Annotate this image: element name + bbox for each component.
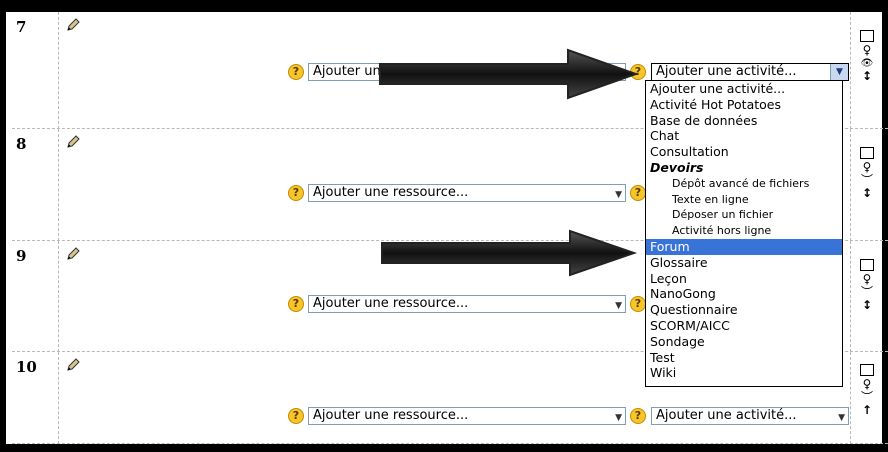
help-icon[interactable]: ? (288, 408, 304, 424)
add-activity-select-open[interactable]: Ajouter une activité... ▼ (651, 63, 849, 81)
edit-summary-icon[interactable] (66, 135, 80, 149)
annotation-arrow-icon (381, 229, 638, 277)
dropdown-option[interactable]: Glossaire (646, 255, 842, 271)
section-controls: ♀ ︶ ↑ (860, 364, 874, 417)
move-up-down-icon[interactable]: ↕ (860, 299, 874, 312)
dropdown-option[interactable]: Leçon (646, 271, 842, 287)
edit-summary-icon[interactable] (66, 18, 80, 32)
show-only-this-section-icon[interactable] (860, 30, 874, 42)
section-number: 7 (16, 18, 27, 36)
lightbulb-icon[interactable]: ♀ (860, 44, 874, 57)
annotation-arrow-icon (379, 48, 640, 100)
activity-dropdown-list[interactable]: Ajouter une activité... Activité Hot Pota… (645, 80, 843, 387)
help-icon[interactable]: ? (630, 296, 646, 312)
chevron-down-icon: ▼ (615, 190, 622, 200)
dropdown-option[interactable]: Forum (646, 238, 842, 255)
edit-summary-icon[interactable] (66, 358, 80, 372)
chevron-down-icon: ▼ (838, 413, 845, 423)
add-activity-select[interactable]: Ajouter une activité... ▼ (651, 407, 849, 425)
dropdown-option[interactable]: Base de données (646, 113, 842, 129)
show-only-this-section-icon[interactable] (860, 364, 874, 376)
section-controls: ♀ ︶ ↕ (860, 147, 874, 200)
dropdown-option[interactable]: Questionnaire (646, 302, 842, 318)
help-icon[interactable]: ? (630, 408, 646, 424)
help-icon[interactable]: ? (288, 64, 304, 80)
dropdown-option[interactable]: Dépôt avancé de fichiers (646, 176, 842, 192)
dropdown-option[interactable]: Déposer un fichier (646, 207, 842, 223)
help-icon[interactable]: ? (288, 296, 304, 312)
show-only-this-section-icon[interactable] (860, 259, 874, 271)
dropdown-option[interactable]: Ajouter une activité... (646, 81, 842, 97)
dropdown-option[interactable]: Activité Hot Potatoes (646, 97, 842, 113)
dropdown-optgroup: Devoirs (650, 159, 704, 175)
section-number: 8 (16, 135, 27, 153)
add-resource-select[interactable]: Ajouter une ressource... ▼ (308, 184, 626, 202)
dropdown-option[interactable]: SCORM/AICC (646, 318, 842, 334)
section-number: 9 (16, 247, 27, 265)
move-up-down-icon[interactable]: ↕ (860, 70, 874, 83)
move-up-icon[interactable]: ↑ (860, 404, 874, 417)
dropdown-option[interactable]: Consultation (646, 144, 842, 160)
dropdown-option[interactable]: Sondage (646, 334, 842, 350)
add-resource-select[interactable]: Ajouter une ressource... ▼ (308, 407, 626, 425)
dropdown-option[interactable]: Texte en ligne (646, 192, 842, 208)
chevron-down-icon: ▼ (615, 413, 622, 423)
dropdown-option[interactable]: Test (646, 350, 842, 366)
help-icon[interactable]: ? (288, 185, 304, 201)
help-icon[interactable]: ? (630, 185, 646, 201)
dropdown-option[interactable]: Wiki (646, 365, 842, 381)
chevron-down-icon[interactable]: ▼ (830, 64, 848, 80)
section-controls: ♀ 👁 ↕ (860, 30, 874, 83)
add-resource-select[interactable]: Ajouter une ressource... ▼ (308, 295, 626, 313)
chevron-down-icon: ▼ (615, 301, 622, 311)
edit-summary-icon[interactable] (66, 247, 80, 261)
dropdown-option[interactable]: Activité hors ligne (646, 223, 842, 239)
dropdown-option[interactable]: NanoGong (646, 286, 842, 302)
move-up-down-icon[interactable]: ↕ (860, 187, 874, 200)
dropdown-option[interactable]: Chat (646, 128, 842, 144)
show-only-this-section-icon[interactable] (860, 147, 874, 159)
section-controls: ♀ ︶ ↕ (860, 259, 874, 312)
section-number: 10 (16, 358, 37, 376)
